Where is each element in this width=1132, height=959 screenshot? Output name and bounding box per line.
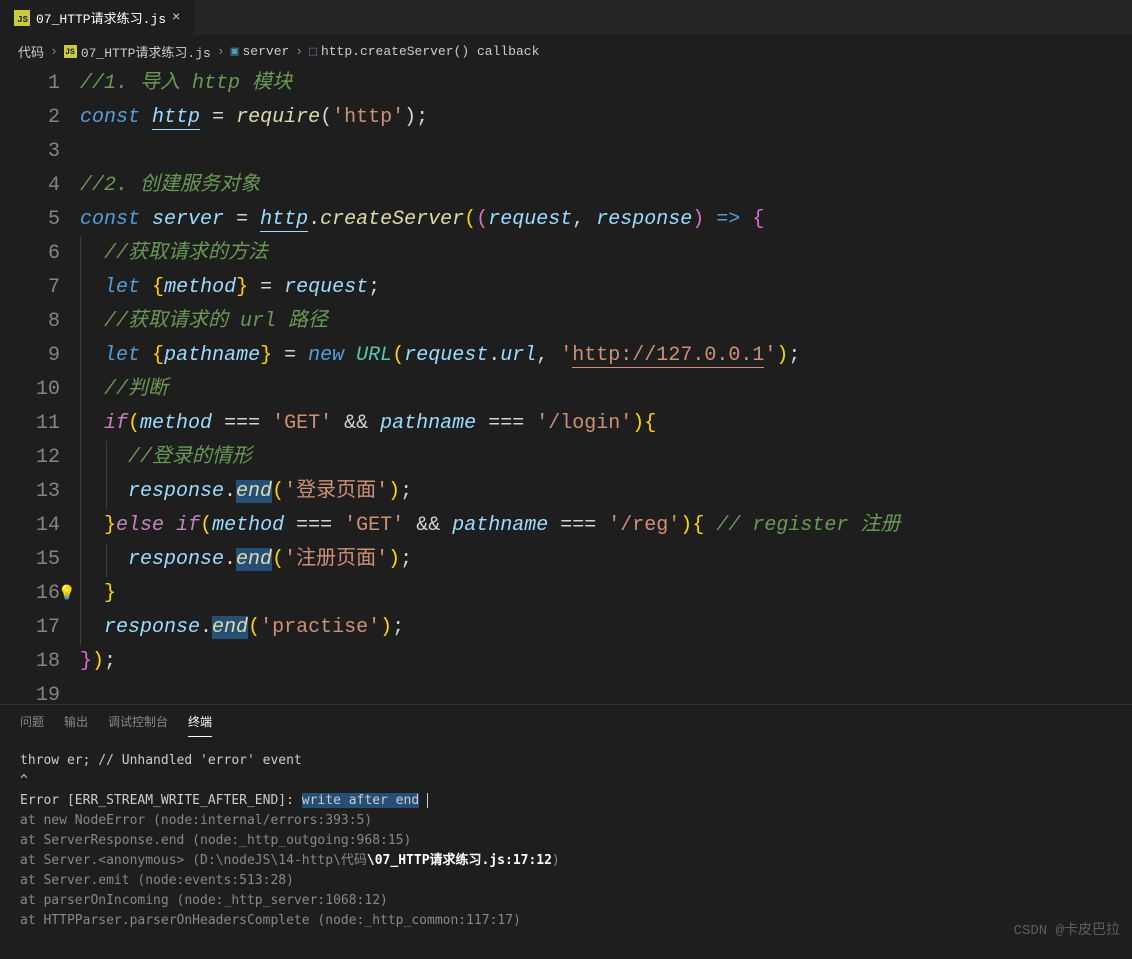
code-line[interactable]: 💡 }	[80, 577, 1132, 611]
terminal-tabs: 问题输出调试控制台终端	[0, 705, 1132, 737]
code-line[interactable]: if(method === 'GET' && pathname === '/lo…	[80, 407, 1132, 441]
terminal-line: ^	[20, 771, 1112, 791]
terminal-line: at Server.emit (node:events:513:28)	[20, 871, 1112, 891]
breadcrumb[interactable]: 代码 › JS 07_HTTP请求练习.js › ▣ server › ⬚ ht…	[0, 36, 1132, 67]
terminal-line: at ServerResponse.end (node:_http_outgoi…	[20, 831, 1112, 851]
code-line[interactable]: response.end('登录页面');	[80, 475, 1132, 509]
code-line[interactable]: let {method} = request;	[80, 271, 1132, 305]
code-line[interactable]: //登录的情形	[80, 441, 1132, 475]
code-line[interactable]: let {pathname} = new URL(request.url, 'h…	[80, 339, 1132, 373]
close-icon[interactable]: ×	[172, 10, 180, 26]
terminal-tab[interactable]: 调试控制台	[108, 713, 168, 737]
terminal-line: at new NodeError (node:internal/errors:3…	[20, 811, 1112, 831]
method-icon: ⬚	[309, 44, 317, 59]
breadcrumb-item[interactable]: server	[242, 44, 289, 59]
watermark: CSDN @卡皮巴拉	[1014, 919, 1120, 939]
tab-bar: JS 07_HTTP请求练习.js ×	[0, 0, 1132, 36]
code-line[interactable]	[80, 135, 1132, 169]
terminal-tab[interactable]: 问题	[20, 713, 44, 737]
terminal-line: Error [ERR_STREAM_WRITE_AFTER_END]: writ…	[20, 791, 1112, 811]
breadcrumb-item[interactable]: 代码	[18, 42, 44, 61]
terminal-cursor	[427, 793, 428, 808]
terminal-output[interactable]: throw er; // Unhandled 'error' event ^ E…	[0, 737, 1132, 959]
code-line[interactable]: const server = http.createServer((reques…	[80, 203, 1132, 237]
editor-tab[interactable]: JS 07_HTTP请求练习.js ×	[0, 0, 194, 35]
terminal-tab[interactable]: 终端	[188, 713, 212, 737]
code-line[interactable]: //获取请求的 url 路径	[80, 305, 1132, 339]
code-line[interactable]: }else if(method === 'GET' && pathname ==…	[80, 509, 1132, 543]
code-line[interactable]	[80, 679, 1132, 704]
code-line[interactable]: //判断	[80, 373, 1132, 407]
code-line[interactable]: response.end('注册页面');	[80, 543, 1132, 577]
tab-filename: 07_HTTP请求练习.js	[36, 8, 166, 27]
lightbulb-icon[interactable]: 💡	[58, 577, 75, 611]
chevron-right-icon: ›	[217, 44, 225, 59]
terminal-line: throw er; // Unhandled 'error' event	[20, 751, 1112, 771]
breadcrumb-item[interactable]: 07_HTTP请求练习.js	[81, 42, 211, 61]
code-line[interactable]: //1. 导入 http 模块	[80, 67, 1132, 101]
js-file-icon: JS	[64, 45, 77, 58]
breadcrumb-item[interactable]: http.createServer() callback	[321, 44, 539, 59]
code-line[interactable]: const http = require('http');	[80, 101, 1132, 135]
chevron-right-icon: ›	[50, 44, 58, 59]
variable-icon: ▣	[231, 44, 239, 59]
code-content[interactable]: //1. 导入 http 模块const http = require('htt…	[80, 67, 1132, 704]
chevron-right-icon: ›	[295, 44, 303, 59]
terminal-line: at HTTPParser.parserOnHeadersComplete (n…	[20, 911, 1112, 931]
code-line[interactable]: //获取请求的方法	[80, 237, 1132, 271]
terminal-line: at parserOnIncoming (node:_http_server:1…	[20, 891, 1112, 911]
terminal-line: at Server.<anonymous> (D:\nodeJS\14-http…	[20, 851, 1112, 871]
terminal-tab[interactable]: 输出	[64, 713, 88, 737]
terminal-panel: 问题输出调试控制台终端 throw er; // Unhandled 'erro…	[0, 704, 1132, 959]
code-editor[interactable]: 12345678910111213141516171819 //1. 导入 ht…	[0, 67, 1132, 704]
js-file-icon: JS	[14, 10, 30, 26]
code-line[interactable]: response.end('practise');	[80, 611, 1132, 645]
code-line[interactable]: //2. 创建服务对象	[80, 169, 1132, 203]
code-line[interactable]: });	[80, 645, 1132, 679]
